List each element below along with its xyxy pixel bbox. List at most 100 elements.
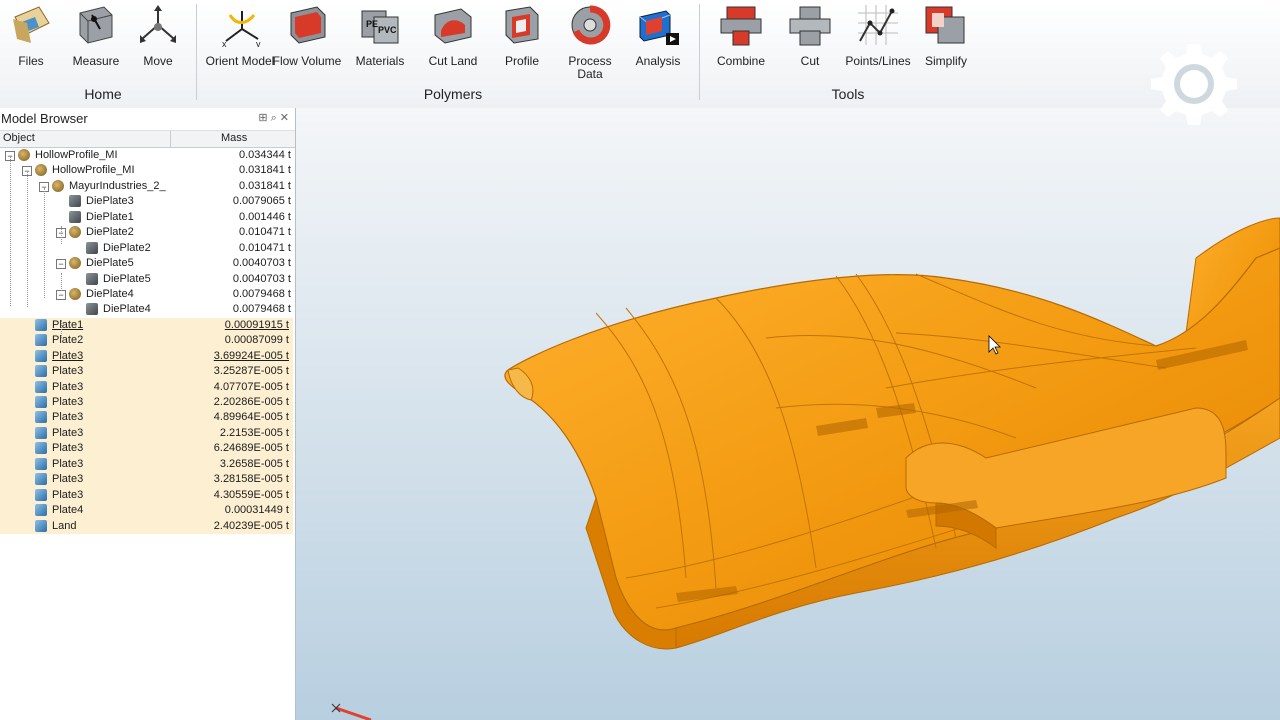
- tree-row[interactable]: Plate3 2.20286E-005 t: [0, 395, 293, 411]
- orient-model-button[interactable]: xy Orient Model: [205, 0, 275, 85]
- cut-icon: [789, 6, 831, 46]
- tree-row-name: HollowProfile_MI: [52, 164, 135, 177]
- tree-row-name: DiePlate3: [86, 195, 134, 208]
- tree-row-mass: 0.00087099 t: [224, 334, 289, 347]
- tree-row-name: Plate3: [52, 442, 84, 455]
- tree-guide-line: [44, 188, 45, 298]
- tree-row-mass: 0.0040703 t: [232, 257, 291, 270]
- tree-row[interactable]: Plate3 3.2658E-005 t: [0, 456, 293, 473]
- 3d-model[interactable]: [296, 108, 1280, 720]
- close-icon[interactable]: ✕: [280, 112, 292, 124]
- tree-row[interactable]: Plate3 3.69924E-005 t: [0, 348, 293, 365]
- flow-volume-button[interactable]: Flow Volume: [272, 0, 342, 85]
- part-icon: [35, 365, 47, 378]
- combine-button[interactable]: Combine: [706, 0, 776, 85]
- tree-row[interactable]: Plate3 2.2153E-005 t: [0, 425, 293, 442]
- combine-icon: [720, 6, 762, 46]
- 3d-viewport[interactable]: [296, 108, 1280, 720]
- materials-button[interactable]: PE PVC Materials: [345, 0, 415, 85]
- measure-icon: [79, 6, 113, 44]
- profile-icon: [505, 6, 539, 44]
- files-icon: [13, 6, 50, 43]
- measure-button[interactable]: Measure: [61, 0, 131, 85]
- cut-land-icon: [434, 8, 472, 44]
- column-mass[interactable]: Mass: [221, 132, 247, 144]
- flow-volume-icon: [290, 6, 326, 44]
- tree-row[interactable]: Plate3 3.28158E-005 t: [0, 472, 293, 488]
- part-icon: [35, 519, 47, 532]
- orient-model-icon: xy: [222, 11, 261, 47]
- tree-row-name: DiePlate5: [103, 272, 151, 285]
- tree-guide-line: [61, 273, 62, 291]
- model-browser-panel: Model Browser ⊞⌕✕ Object Mass − HollowPro…: [0, 108, 296, 720]
- tree-row[interactable]: − HollowProfile_MI 0.034344 t: [0, 148, 295, 163]
- ribbon-separator: [699, 4, 700, 100]
- points-lines-icon: [858, 5, 898, 45]
- model-browser-header: Object Mass: [0, 130, 295, 148]
- part-icon: [35, 504, 47, 517]
- cut-button[interactable]: Cut: [775, 0, 845, 85]
- group-polymers-label: Polymers: [423, 86, 483, 102]
- pin-icon[interactable]: ⊞: [258, 112, 270, 124]
- tree-row-name: DiePlate2: [103, 241, 151, 254]
- tree-row-name: HollowProfile_MI: [35, 149, 118, 161]
- part-icon: [35, 349, 47, 362]
- tree-row-mass: 0.010471 t: [239, 241, 291, 254]
- cut-land-button[interactable]: Cut Land: [418, 0, 488, 85]
- assembly-icon: [52, 179, 64, 192]
- tree-guide-line: [27, 172, 28, 307]
- collapse-toggle[interactable]: −: [56, 259, 66, 270]
- column-divider[interactable]: [170, 131, 171, 147]
- tree-row[interactable]: Land 2.40239E-005 t: [0, 518, 293, 534]
- tree-row[interactable]: Plate2 0.00087099 t: [0, 333, 293, 349]
- svg-text:PE: PE: [366, 19, 378, 29]
- svg-text:x: x: [222, 39, 227, 47]
- tree-row[interactable]: DiePlate4 0.0079468 t: [0, 302, 295, 317]
- tree-row-mass: 0.031841 t: [239, 179, 291, 192]
- assembly-icon: [69, 226, 81, 239]
- tree-row-name: DiePlate5: [86, 257, 134, 270]
- tree-row-name: Plate3: [52, 349, 84, 362]
- panel-tools: ⊞⌕✕: [258, 111, 292, 125]
- move-button[interactable]: Move: [123, 0, 193, 85]
- tree-row[interactable]: − HollowProfile_MI 0.031841 t: [0, 163, 295, 178]
- part-icon: [35, 334, 47, 347]
- tree-row-mass: 0.00091915 t: [224, 318, 289, 331]
- part-icon: [35, 396, 47, 408]
- process-data-icon: [571, 5, 611, 45]
- tree-row-mass: 4.89964E-005 t: [213, 411, 289, 424]
- part-icon: [35, 411, 47, 424]
- simplify-button[interactable]: Simplify: [911, 0, 981, 85]
- column-object[interactable]: Object: [3, 132, 35, 144]
- tree-row-mass: 3.69924E-005 t: [213, 349, 289, 362]
- simplify-icon: [925, 6, 965, 44]
- assembly-icon: [69, 287, 81, 300]
- model-tree: − HollowProfile_MI 0.034344 t − HollowProfil…: [0, 148, 295, 534]
- tree-row-mass: 3.2658E-005 t: [219, 457, 289, 470]
- part-icon: [35, 380, 47, 393]
- collapse-toggle[interactable]: −: [56, 289, 66, 300]
- tree-row[interactable]: Plate3 4.89964E-005 t: [0, 410, 293, 426]
- part-icon: [35, 457, 47, 470]
- part-icon: [35, 488, 47, 501]
- analysis-button[interactable]: Analysis: [623, 0, 693, 85]
- part-icon: [35, 473, 47, 486]
- tree-row-mass: 0.001446 t: [239, 210, 291, 223]
- tree-row[interactable]: Plate3 3.25287E-005 t: [0, 364, 293, 380]
- tree-row-mass: 6.24689E-005 t: [213, 442, 289, 455]
- process-data-button[interactable]: Process Data: [555, 0, 625, 85]
- ribbon-separator: [196, 4, 197, 100]
- search-icon[interactable]: ⌕: [271, 112, 280, 124]
- tree-row[interactable]: Plate3 6.24689E-005 t: [0, 441, 293, 457]
- tree-row[interactable]: Plate1 0.00091915 t: [0, 317, 293, 334]
- points-lines-button[interactable]: Points/Lines: [843, 0, 913, 85]
- tree-row-mass: 0.031841 t: [239, 164, 291, 177]
- tree-row-name: Plate3: [52, 457, 84, 470]
- tree-row-mass: 0.034344 t: [239, 149, 291, 161]
- files-button[interactable]: Files: [0, 0, 66, 85]
- tree-row[interactable]: Plate4 0.00031449 t: [0, 503, 293, 519]
- tree-row[interactable]: Plate3 4.30559E-005 t: [0, 487, 293, 504]
- tree-row[interactable]: Plate3 4.07707E-005 t: [0, 379, 293, 395]
- tree-row-name: Plate3: [52, 396, 84, 408]
- svg-text:y: y: [256, 39, 261, 47]
